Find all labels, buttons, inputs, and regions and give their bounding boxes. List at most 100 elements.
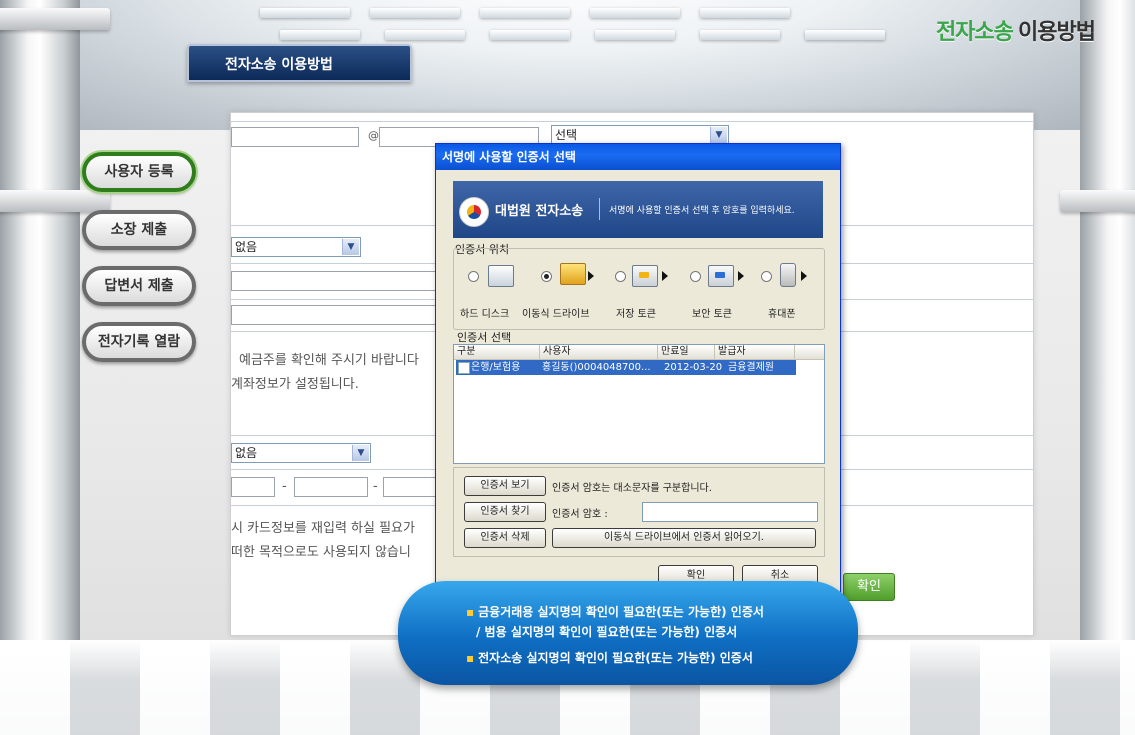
view-certificate-button[interactable]: 인증서 보기 — [464, 476, 546, 496]
security-token-radio[interactable] — [690, 271, 701, 282]
tutorial-stage: 전자소송 이용방법 전자소송 이용방법 @ 선택 ▼ 없음 ▼ 예금주를 확인해… — [0, 0, 1135, 735]
cert-issuer: 금융결제원 — [728, 362, 774, 373]
chevron-down-icon: ▼ — [710, 127, 727, 143]
select-none-2-value: 없음 — [235, 446, 258, 460]
dialog-title: 서명에 사용할 인증서 선택 — [436, 144, 840, 170]
password-label: 인증서 암호 : — [552, 509, 608, 520]
dash: - — [373, 479, 378, 494]
left-pillar-cap — [0, 8, 110, 30]
ceiling-light — [590, 8, 680, 18]
ceiling-light — [700, 30, 780, 40]
hard-disk-icon[interactable] — [488, 265, 514, 287]
storage-token-radio[interactable] — [615, 271, 626, 282]
nav-record-view-button[interactable]: 전자기록 열람 — [82, 322, 196, 362]
page-title-text: 이용방법 — [1018, 19, 1096, 44]
page-title-accent: 전자소송 — [935, 19, 1014, 44]
column-type[interactable]: 구분 — [454, 345, 540, 359]
ceiling-light — [490, 30, 570, 40]
email-id-field[interactable] — [231, 127, 359, 147]
ceiling-light — [805, 30, 885, 40]
read-from-removable-drive-button[interactable]: 이동식 드라이브에서 인증서 읽어오기. — [552, 528, 816, 548]
chevron-down-icon: ▼ — [352, 445, 369, 461]
security-token-icon[interactable] — [708, 265, 734, 287]
card-number-field[interactable] — [383, 477, 443, 497]
ceiling-light — [480, 8, 570, 18]
select-none-2[interactable]: 없음 ▼ — [231, 443, 371, 463]
expand-arrow-icon[interactable] — [588, 271, 594, 281]
ceiling-light — [260, 8, 350, 18]
cert-location-group: 하드 디스크 이동식 드라이브 저장 토큰 보안 토큰 휴대폰 — [453, 248, 825, 330]
divider — [231, 121, 1033, 122]
certificate-icon — [458, 362, 470, 374]
info-callout: ▪ 금융거래용 실지명의 확인이 필요한(또는 가능한) 인증서 / 범용 실지명… — [398, 581, 858, 685]
dash: - — [282, 479, 287, 494]
dialog-instruction: 서명에 사용할 인증서 선택 후 암호를 입력하세요. — [609, 206, 795, 216]
certificate-row[interactable]: 은행/보험용 홍길동()0004048700... 2012-03-20 금융결… — [456, 360, 796, 375]
case-sensitive-note: 인증서 암호는 대소문자를 구분합니다. — [552, 483, 712, 494]
removable-drive-icon[interactable] — [560, 263, 586, 285]
page-title: 전자소송 이용방법 — [935, 14, 1096, 46]
ceiling-light — [370, 8, 460, 18]
expand-arrow-icon[interactable] — [662, 271, 668, 281]
find-certificate-button[interactable]: 인증서 찾기 — [464, 502, 546, 522]
select-none-1[interactable]: 없음 ▼ — [231, 237, 361, 257]
ceiling-light — [385, 30, 465, 40]
nav-user-registration-button[interactable]: 사용자 등록 — [82, 152, 196, 192]
section-banner: 전자소송 이용방법 — [187, 44, 412, 82]
callout-text-3: 전자소송 실지명의 확인이 필요한(또는 가능한) 인증서 — [478, 651, 753, 665]
expand-arrow-icon[interactable] — [738, 271, 744, 281]
ceiling-light — [700, 8, 790, 18]
device-label-removable-drive: 이동식 드라이브 — [522, 309, 590, 320]
device-label-hard-disk: 하드 디스크 — [460, 309, 510, 320]
removable-drive-radio[interactable] — [541, 271, 552, 282]
device-label-mobile-phone: 휴대폰 — [768, 309, 796, 320]
dialog-banner: 대법원 전자소송 서명에 사용할 인증서 선택 후 암호를 입력하세요. — [453, 181, 823, 238]
left-pillar — [0, 0, 80, 735]
column-issuer[interactable]: 발급자 — [715, 345, 795, 359]
text-field[interactable] — [231, 305, 436, 325]
card-notice-2: 떠한 목적으로도 사용되지 않습니 — [231, 545, 411, 560]
delete-certificate-button[interactable]: 인증서 삭제 — [464, 528, 546, 548]
chevron-down-icon: ▼ — [342, 239, 359, 255]
card-notice: 시 카드정보를 재입력 하실 필요가 — [231, 521, 415, 536]
device-label-security-token: 보안 토큰 — [692, 309, 732, 320]
banner-separator — [599, 198, 600, 220]
cert-expiry: 2012-03-20 — [664, 362, 723, 373]
ceiling-light — [280, 30, 360, 40]
right-pillar-band — [1060, 190, 1135, 212]
storage-token-icon[interactable] — [632, 265, 658, 287]
court-logo-icon — [459, 197, 489, 227]
nav-complaint-submission-button[interactable]: 소장 제출 — [82, 210, 196, 250]
email-domain-select[interactable]: 선택 ▼ — [551, 125, 729, 145]
mobile-phone-icon[interactable] — [780, 263, 796, 287]
nav-answer-submission-button[interactable]: 답변서 제출 — [82, 266, 196, 306]
select-none-1-value: 없음 — [235, 240, 258, 254]
hard-disk-radio[interactable] — [468, 271, 479, 282]
bullet-icon: ▪ — [466, 651, 475, 665]
callout-line-3: ▪ 전자소송 실지명의 확인이 필요한(또는 가능한) 인증서 — [466, 649, 753, 666]
cert-select-label: 인증서 선택 — [457, 331, 512, 344]
right-pillar — [1080, 0, 1135, 735]
email-domain-select-value: 선택 — [555, 128, 578, 142]
ceiling-light — [595, 30, 675, 40]
callout-text-1: 금융거래용 실지명의 확인이 필요한(또는 가능한) 인증서 — [478, 605, 764, 619]
cert-user: 홍길동()0004048700... — [542, 362, 651, 373]
card-number-field[interactable] — [294, 477, 368, 497]
certificate-list[interactable]: 구분 사용자 만료일 발급자 은행/보험용 홍길동()0004048700...… — [453, 344, 825, 464]
at-sign: @ — [368, 129, 379, 142]
column-user[interactable]: 사용자 — [540, 345, 658, 359]
account-notice-2: 계좌정보가 설정됩니다. — [231, 377, 359, 392]
certificate-list-header: 구분 사용자 만료일 발급자 — [454, 345, 824, 360]
mobile-phone-radio[interactable] — [761, 271, 772, 282]
expand-arrow-icon[interactable] — [801, 271, 807, 281]
dialog-org-name: 대법원 전자소송 — [495, 204, 584, 219]
left-pillar-band — [0, 190, 110, 212]
form-confirm-button[interactable]: 확인 — [843, 573, 895, 601]
text-field[interactable] — [231, 271, 436, 291]
column-expiry[interactable]: 만료일 — [658, 345, 715, 359]
card-number-field[interactable] — [231, 477, 275, 497]
certificate-password-field[interactable] — [642, 502, 818, 522]
bullet-icon: ▪ — [466, 605, 475, 619]
device-label-storage-token: 저장 토큰 — [616, 309, 656, 320]
account-notice: 예금주를 확인해 주시기 바랍니다 — [239, 353, 419, 368]
